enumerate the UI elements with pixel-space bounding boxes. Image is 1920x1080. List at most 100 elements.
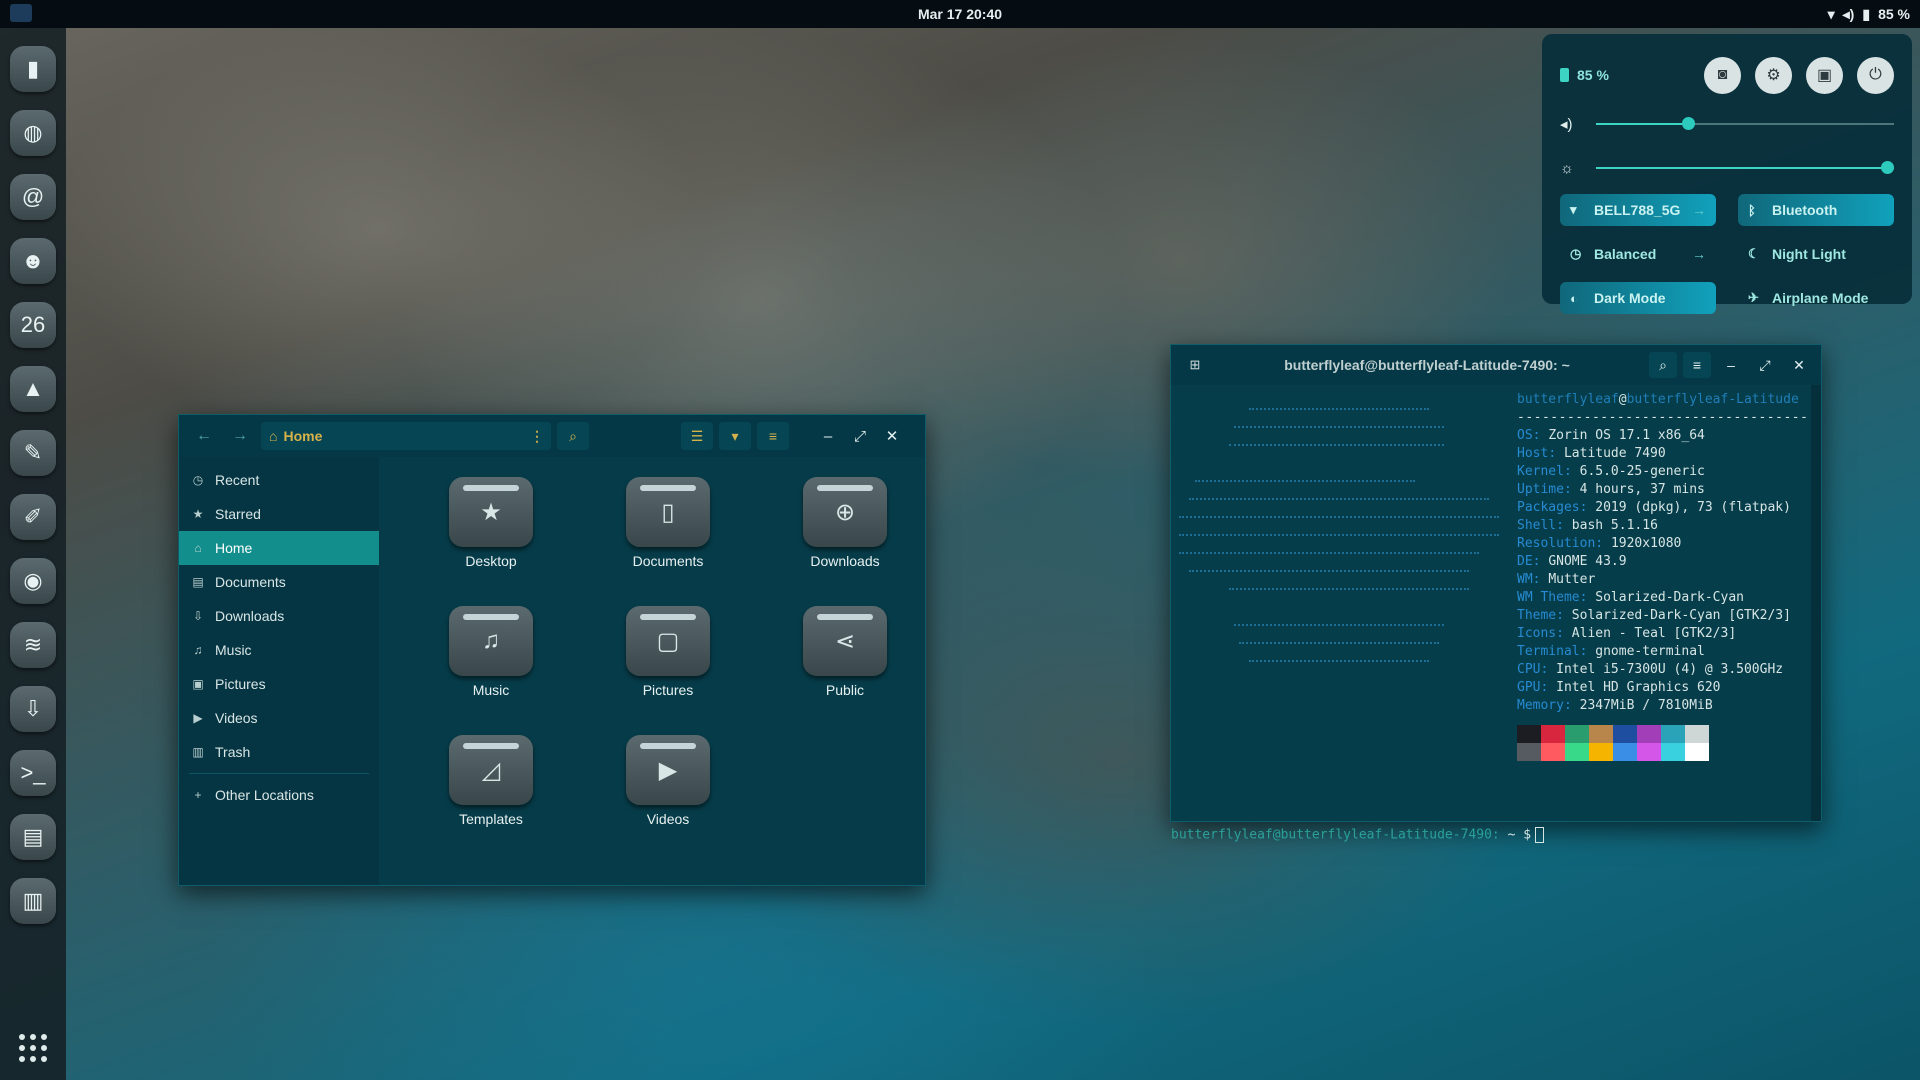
show-apps-button[interactable]: [19, 1034, 47, 1062]
sidebar-item-home[interactable]: ⌂ Home: [179, 531, 379, 565]
list-view-icon: ☰: [690, 427, 704, 444]
terminal-search-button[interactable]: ⌕: [1649, 352, 1677, 378]
dock-item-calendar[interactable]: 26: [10, 302, 56, 348]
screenshot-button[interactable]: ◙: [1704, 56, 1741, 94]
folder-label: Templates: [459, 811, 523, 827]
folder-desktop[interactable]: ★ Desktop: [421, 463, 561, 573]
sidebar-item-other-locations[interactable]: + Other Locations: [179, 778, 379, 812]
top-bar: Mar 17 20:40 ▾ ◂) ▮ 85 %: [0, 0, 1920, 28]
location-bar[interactable]: ⌂ Home ⋮: [261, 422, 551, 450]
sidebar-item-starred[interactable]: ★ Starred: [179, 497, 379, 531]
fm-sidebar: ◷ Recent ★ Starred ⌂ Home ▤ Documents ⇩ Downloads…: [179, 457, 379, 885]
sidebar-item-music[interactable]: ♫ Music: [179, 633, 379, 667]
sidebar-item-documents[interactable]: ▤ Documents: [179, 565, 379, 599]
dock-item-browser[interactable]: ◍: [10, 110, 56, 156]
terminal-output[interactable]: butterflyleaf@butterflyleaf-Latitude ---…: [1171, 385, 1811, 843]
sidebar-item-label: Home: [215, 540, 253, 556]
dock-item-drawing[interactable]: ✐: [10, 494, 56, 540]
view-options-button[interactable]: ▾: [719, 422, 751, 450]
back-button[interactable]: ←: [189, 423, 219, 449]
dock-item-contacts[interactable]: ☻: [10, 238, 56, 284]
terminal-maximize-button[interactable]: ⤢: [1751, 352, 1779, 378]
folder-documents[interactable]: ▯ Documents: [598, 463, 738, 573]
folder-public[interactable]: ⋖ Public: [775, 592, 915, 702]
tile-label: Dark Mode: [1594, 290, 1666, 306]
desktop-glyph-icon: ★: [480, 498, 502, 526]
folder-music[interactable]: ♫ Music: [421, 592, 561, 702]
info-value: Solarized-Dark-Cyan: [1595, 590, 1744, 605]
dock-item-text-editor[interactable]: ✎: [10, 430, 56, 476]
folder-pictures[interactable]: ▢ Pictures: [598, 592, 738, 702]
clock[interactable]: Mar 17 20:40: [918, 6, 1002, 22]
system-tray[interactable]: ▾ ◂) ▮ 85 %: [1828, 0, 1910, 28]
tile-bluetooth[interactable]: ᛒ Bluetooth: [1738, 194, 1894, 226]
tile-dark-mode[interactable]: ◐ Dark Mode: [1560, 282, 1716, 314]
folder-label: Desktop: [465, 553, 517, 569]
folder-videos[interactable]: ▶ Videos: [598, 721, 738, 831]
dock-item-software[interactable]: ⇩: [10, 686, 56, 732]
dock-item-archive[interactable]: ▤: [10, 814, 56, 860]
folder-documents-icon: ▯: [626, 477, 710, 547]
maximize-button[interactable]: ⤢: [847, 423, 873, 449]
downloads-icon: ⇩: [192, 609, 204, 623]
dock-item-layers[interactable]: ≋: [10, 622, 56, 668]
mail-icon: @: [21, 184, 45, 209]
dock-item-trash[interactable]: ▥: [10, 878, 56, 924]
dock-item-discord[interactable]: ◉: [10, 558, 56, 604]
sidebar-item-recent[interactable]: ◷ Recent: [179, 463, 379, 497]
sidebar-item-trash[interactable]: ▥ Trash: [179, 735, 379, 769]
hamburger-icon: ≡: [768, 428, 778, 444]
activities-button[interactable]: [10, 4, 32, 22]
night-light-icon: ☾: [1748, 246, 1760, 261]
minimize-button[interactable]: –: [815, 423, 841, 449]
info-line: Kernel: 6.5.0-25-generic: [1517, 464, 1705, 479]
software-icon: ⇩: [23, 696, 43, 721]
palette-swatch: [1637, 743, 1661, 761]
volume-slider[interactable]: ◂): [1560, 102, 1894, 146]
terminal-scrollbar[interactable]: [1811, 385, 1821, 821]
sidebar-item-pictures[interactable]: ▣ Pictures: [179, 667, 379, 701]
close-button[interactable]: ✕: [879, 423, 905, 449]
volume-knob[interactable]: [1681, 117, 1695, 130]
terminal-close-button[interactable]: ✕: [1785, 352, 1813, 378]
settings-button[interactable]: ⚙: [1755, 56, 1792, 94]
new-tab-button[interactable]: ⊞: [1179, 352, 1211, 378]
lock-button[interactable]: ▣: [1806, 56, 1843, 94]
power-button[interactable]: ⏻: [1857, 56, 1894, 94]
dock-item-files[interactable]: ▮: [10, 46, 56, 92]
sidebar-item-videos[interactable]: ▶ Videos: [179, 701, 379, 735]
info-line: CPU: Intel i5-7300U (4) @ 3.500GHz: [1517, 662, 1784, 677]
arrow-right-icon[interactable]: →: [1692, 246, 1706, 262]
forward-button[interactable]: →: [225, 423, 255, 449]
folder-music-icon: ♫: [449, 606, 533, 676]
search-button[interactable]: ⌕: [557, 422, 589, 450]
shell-prompt[interactable]: butterflyleaf@butterflyleaf-Latitude-749…: [1171, 827, 1545, 843]
palette-swatch: [1613, 743, 1637, 761]
videos-glyph-icon: ▶: [658, 756, 678, 784]
folder-label: Pictures: [642, 682, 694, 698]
folder-label: Music: [472, 682, 510, 698]
templates-glyph-icon: ◿: [481, 756, 501, 784]
dock-item-photos[interactable]: ▲: [10, 366, 56, 412]
tile-balanced[interactable]: ◷ Balanced →: [1560, 238, 1716, 270]
view-toggle-button[interactable]: ☰: [681, 422, 713, 450]
sidebar-item-downloads[interactable]: ⇩ Downloads: [179, 599, 379, 633]
info-value: Alien - Teal [GTK2/3]: [1571, 626, 1737, 641]
folder-downloads[interactable]: ⊕ Downloads: [775, 463, 915, 573]
brightness-slider[interactable]: ☼: [1560, 146, 1894, 190]
search-icon: ⌕: [1659, 356, 1667, 373]
tile-night-light[interactable]: ☾ Night Light: [1738, 238, 1894, 270]
folder-templates[interactable]: ◿ Templates: [421, 721, 561, 831]
path-menu-icon[interactable]: ⋮: [523, 428, 551, 445]
dock-item-mail[interactable]: @: [10, 174, 56, 220]
tile-airplane-mode[interactable]: ✈ Airplane Mode: [1738, 282, 1894, 314]
main-menu-button[interactable]: ≡: [757, 422, 789, 450]
terminal-minimize-button[interactable]: –: [1717, 352, 1745, 378]
tile-bell788-5g[interactable]: ▾ BELL788_5G →: [1560, 194, 1716, 226]
terminal-menu-button[interactable]: ≡: [1683, 352, 1711, 378]
arrow-right-icon[interactable]: →: [1692, 202, 1706, 218]
info-key: GPU: [1517, 680, 1541, 695]
brightness-knob[interactable]: [1881, 161, 1894, 174]
dock-item-terminal[interactable]: >_: [10, 750, 56, 796]
sidebar-item-label: Starred: [215, 506, 261, 522]
